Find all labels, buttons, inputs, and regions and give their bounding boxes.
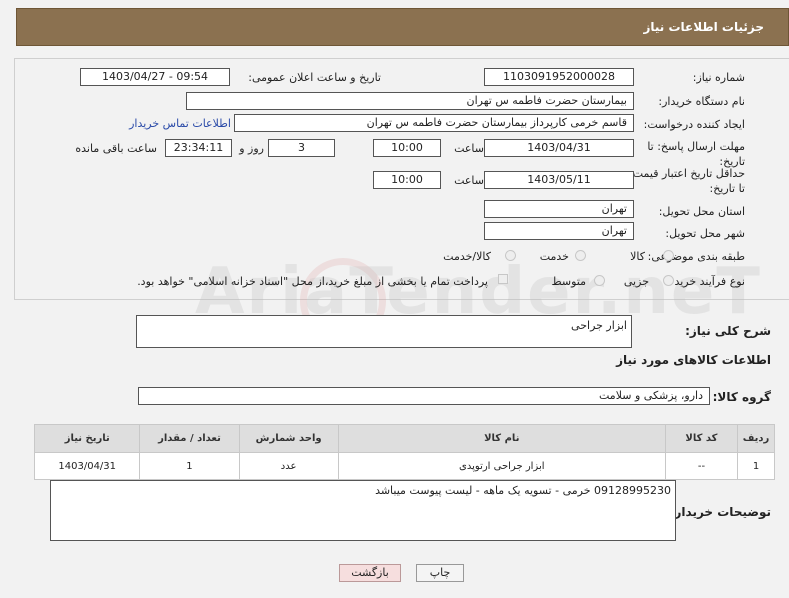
col-row-header: ردیف [737,424,775,453]
province-label: استان محل تحویل: [658,205,745,218]
cell-unit: عدد [238,452,339,480]
col-code-header: کد کالا [664,424,739,453]
summary-label: شرح کلی نیاز: [685,324,771,338]
reply-time-field: 10:00 [373,139,441,157]
category-option-goods: کالا [630,250,645,263]
table-header-row: ردیف کد کالا نام کالا واحد شمارش تعداد /… [33,424,775,453]
cell-code: -- [664,452,739,480]
process-option-medium: متوسط [551,275,586,288]
reply-date-field: 1403/04/31 [484,139,634,157]
page-title: جزئیات اطلاعات نیاز [643,20,764,34]
col-qty-header: تعداد / مقدار [139,424,240,453]
remaining-label: ساعت باقی مانده [75,142,157,155]
contact-buyer-link[interactable]: اطلاعات تماس خریدار [129,117,231,130]
reply-time-label: ساعت [454,142,484,155]
category-radio-goods-service[interactable] [505,250,516,261]
treasury-checkbox[interactable] [498,274,508,284]
need-number-field: 1103091952000028 [484,68,634,86]
buyer-notes-label: توضیحات خریدار: [669,505,771,519]
category-option-service: خدمت [539,250,569,263]
remaining-time-field: 23:34:11 [165,139,232,157]
goods-info-title: اطلاعات کالاهای مورد نیاز [616,353,771,367]
announce-field: 1403/04/27 - 09:54 [80,68,230,86]
buyer-org-field: بیمارستان حضرت فاطمه س تهران [186,92,634,110]
category-option-goods-service: کالا/خدمت [443,250,491,263]
col-name-header: نام کالا [337,424,666,453]
cell-row: 1 [737,452,775,480]
category-radio-service[interactable] [575,250,586,261]
category-radio-goods[interactable] [663,250,674,261]
price-time-label: ساعت [454,174,484,187]
price-deadline-label: حداقل تاریخ اعتبار قیمت: تا تاریخ: [629,167,745,195]
creator-label: ایجاد کننده درخواست: [643,118,745,131]
days-field: 3 [268,139,335,157]
city-label: شهر محل تحویل: [665,227,745,240]
table-row[interactable]: 1 -- ابزار جراحی ارتوپدی عدد 1 1403/04/3… [33,452,775,480]
creator-field: قاسم خرمی کارپرداز بیمارستان حضرت فاطمه … [234,114,634,132]
cell-name: ابزار جراحی ارتوپدی [337,452,666,480]
summary-textarea: ابزار جراحی [136,315,632,348]
payment-note: پرداخت تمام یا بخشی از مبلغ خرید،از محل … [137,275,488,288]
page-header: جزئیات اطلاعات نیاز [16,8,789,46]
need-number-label: شماره نیاز: [692,71,745,84]
reply-deadline-label: مهلت ارسال پاسخ: تا تاریخ: [647,140,745,168]
back-button[interactable]: بازگشت [339,564,401,582]
price-time-field: 10:00 [373,171,441,189]
goods-table: ردیف کد کالا نام کالا واحد شمارش تعداد /… [33,424,775,480]
cell-date: 1403/04/31 [33,452,141,480]
province-field: تهران [484,200,634,218]
process-label: نوع فرآیند خرید : [667,275,745,288]
goods-group-label: گروه کالا: [712,390,771,404]
col-unit-header: واحد شمارش [238,424,339,453]
print-button[interactable]: چاپ [416,564,464,582]
days-label: روز و [239,142,264,155]
process-option-minor: جزیی [623,275,649,288]
process-radio-medium[interactable] [594,275,605,286]
price-date-field: 1403/05/11 [484,171,634,189]
city-field: تهران [484,222,634,240]
col-date-header: تاریخ نیاز [33,424,141,453]
buyer-org-label: نام دستگاه خریدار: [658,95,745,108]
cell-qty: 1 [139,452,240,480]
announce-label: تاریخ و ساعت اعلان عمومی: [248,71,381,84]
process-radio-minor[interactable] [663,275,674,286]
goods-group-field: دارو، پزشکی و سلامت [138,387,710,405]
buyer-notes-textarea: 09128995230 خرمی - تسویه یک ماهه - لیست … [50,480,676,541]
